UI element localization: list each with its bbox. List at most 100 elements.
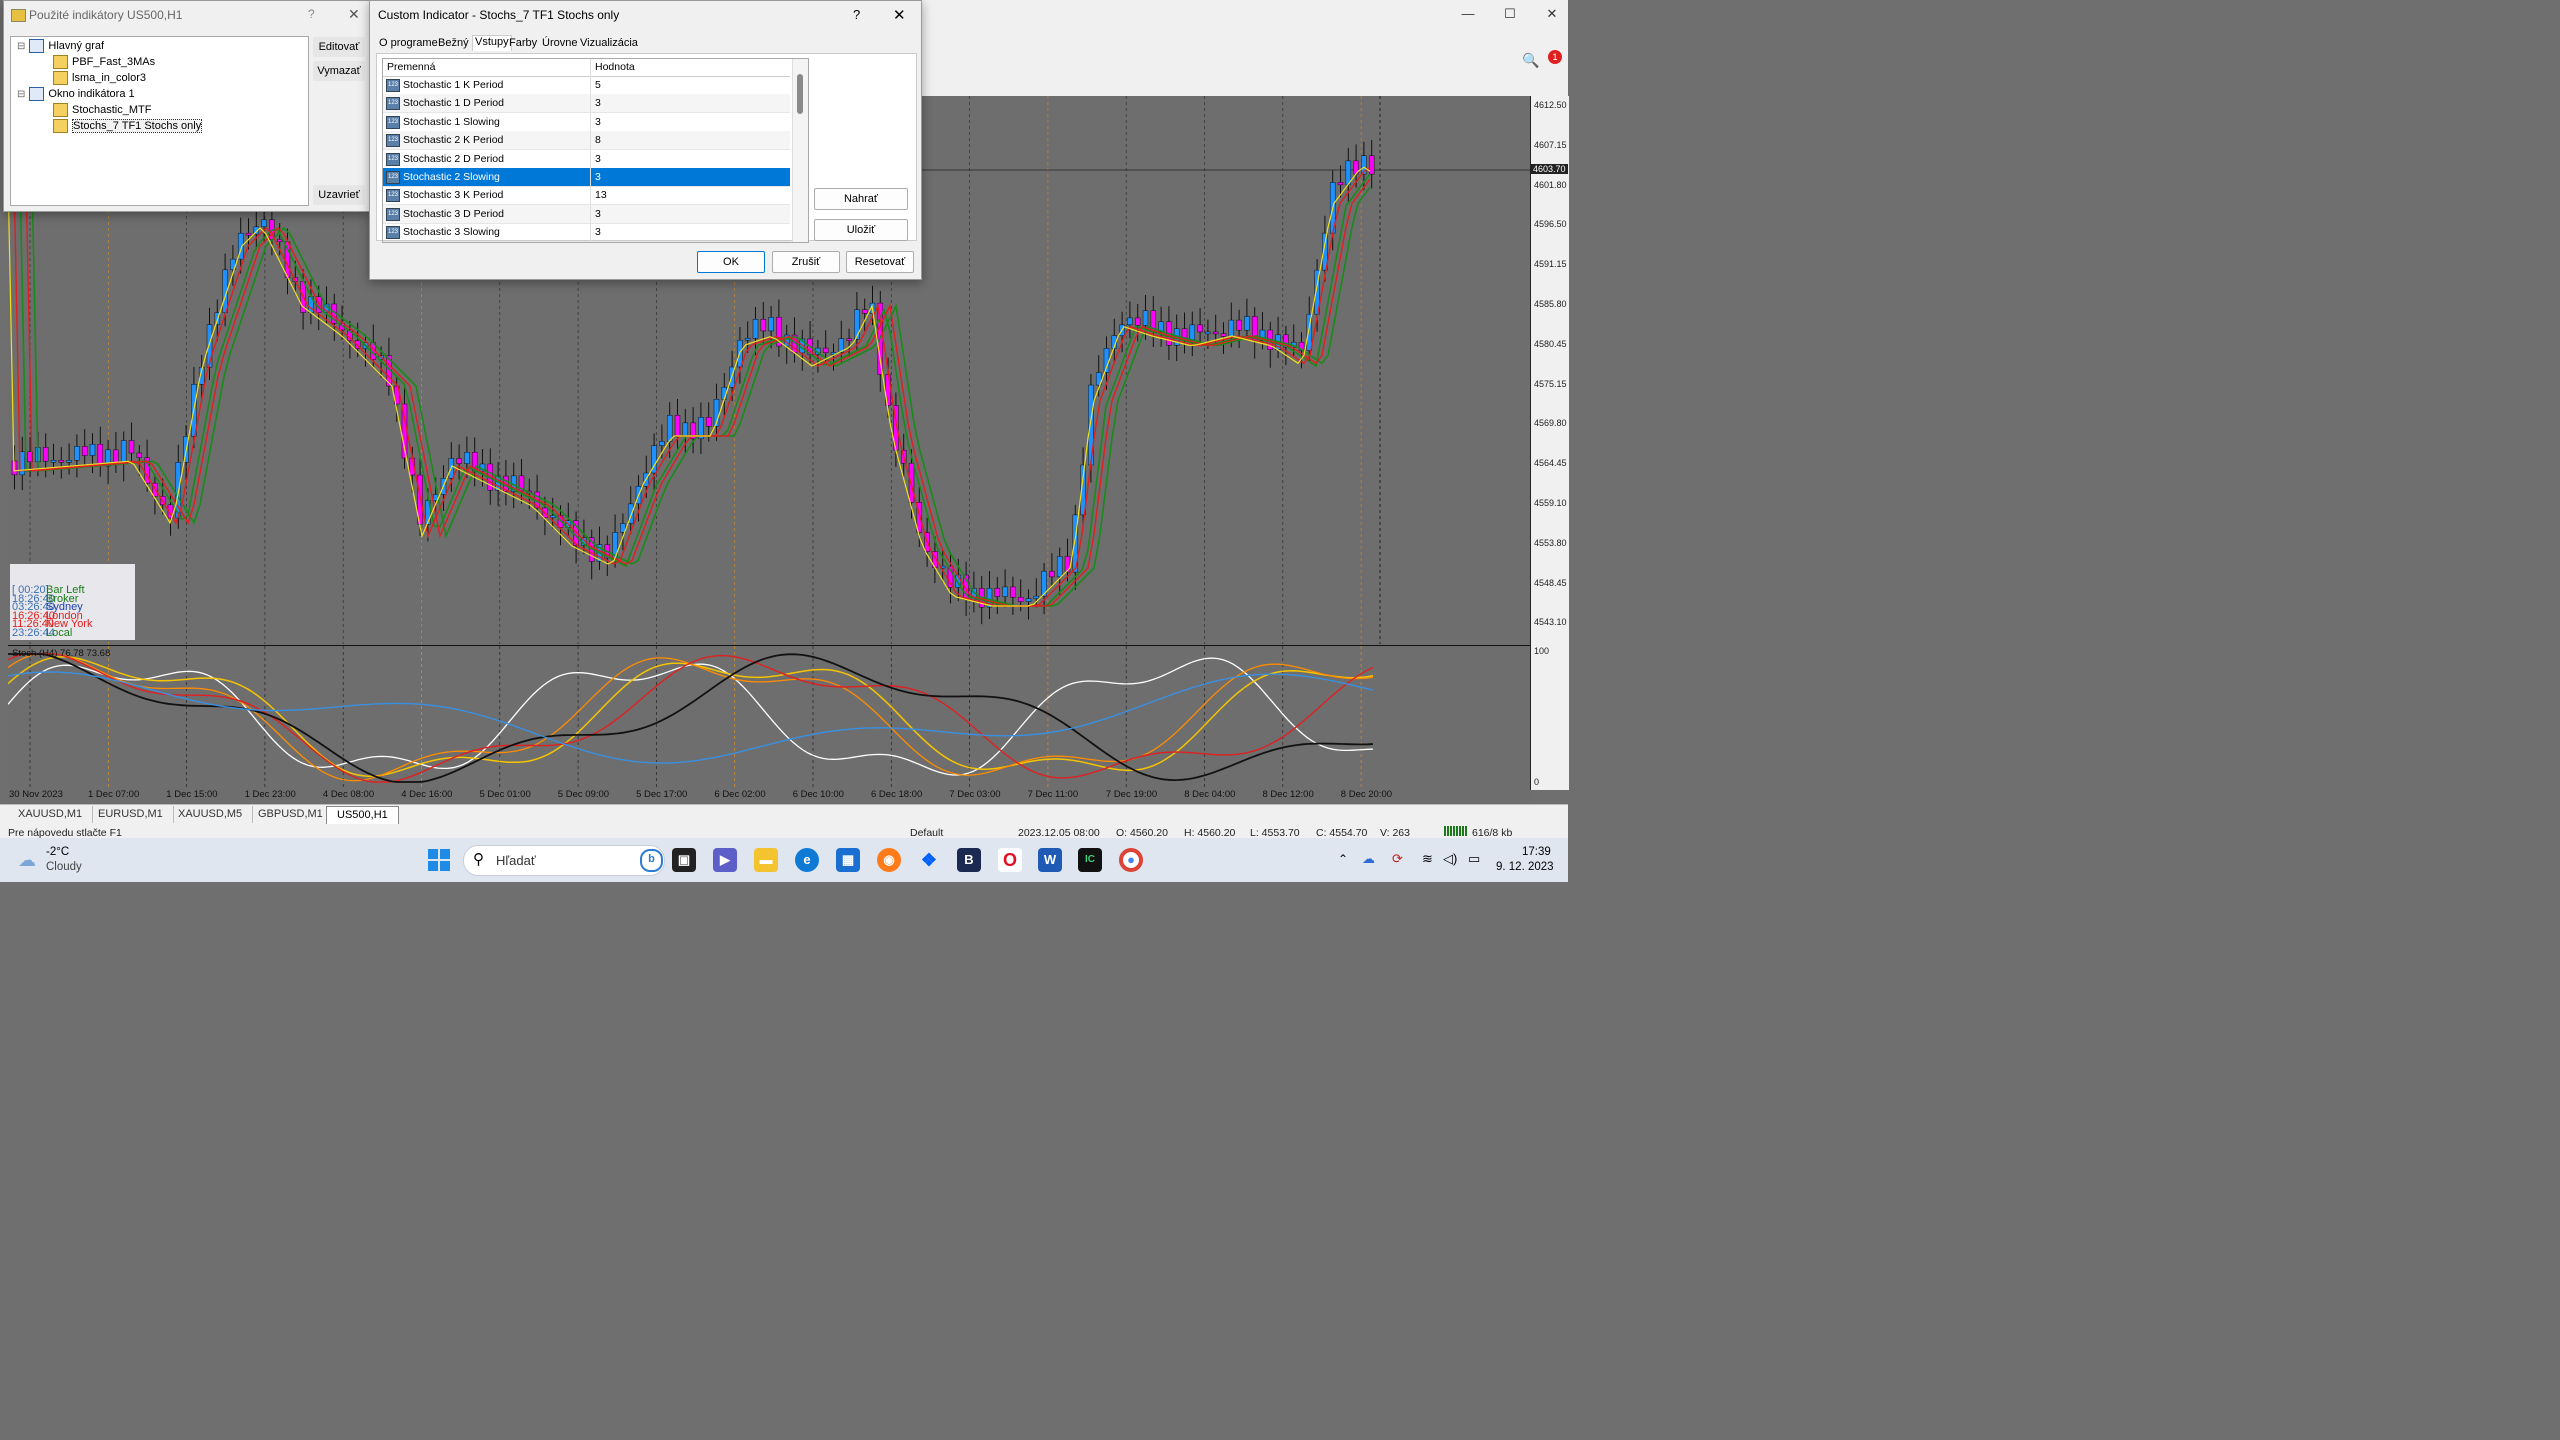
store-icon[interactable]: ▦ [836, 848, 860, 872]
booking-icon[interactable]: B [957, 848, 981, 872]
input-row[interactable]: 123 Stochastic 2 K Period 8 [383, 131, 793, 151]
chart-tab[interactable]: US500,H1 [326, 806, 399, 824]
tree-item[interactable]: lsma_in_color3 [53, 71, 146, 85]
candle-body [74, 446, 80, 461]
notification-badge[interactable]: 1 [1548, 50, 1562, 64]
collapse-icon[interactable]: ⊟ [17, 41, 25, 52]
candle-body [1244, 316, 1250, 331]
edit-button[interactable]: Editovať [313, 37, 365, 57]
metatrader-icon[interactable]: IC [1078, 848, 1102, 872]
param-value[interactable]: 3 [590, 168, 793, 186]
integer-param-icon: 123 [386, 97, 400, 111]
tree-item[interactable]: PBF_Fast_3MAs [53, 55, 155, 69]
close-icon[interactable]: ✕ [893, 6, 906, 24]
chart-tab[interactable]: XAUUSD,M5 [168, 806, 254, 823]
dialog-tab[interactable]: Vstupy [472, 35, 512, 51]
help-icon[interactable]: ? [308, 7, 315, 21]
param-value[interactable]: 3 [590, 149, 793, 168]
search-icon[interactable]: 🔍 [1522, 52, 1539, 69]
candle-body [861, 309, 868, 314]
candle-body [1197, 324, 1203, 333]
cancel-button[interactable]: Zrušiť [772, 251, 840, 273]
scrollbar-thumb[interactable] [797, 74, 803, 114]
indicators-dialog-title: Použité indikátory US500,H1 [29, 8, 183, 22]
param-value[interactable]: 3 [590, 94, 793, 113]
weather-cloud-icon[interactable]: ☁ [18, 850, 36, 871]
ok-button[interactable]: OK [697, 251, 765, 273]
firefox-icon[interactable]: ◉ [877, 848, 901, 872]
dialog-tab[interactable]: O programe [379, 37, 438, 49]
tree-item[interactable]: ⊟ Okno indikátora 1 [17, 87, 135, 101]
search-box[interactable]: ⚲ Hľadať b [463, 845, 665, 876]
weather-temp[interactable]: -2°C [46, 846, 69, 858]
battery-icon[interactable]: ▭ [1468, 851, 1480, 867]
tree-item[interactable]: ⊟ Hlavný graf [17, 39, 104, 53]
clock-time[interactable]: 17:39 [1522, 846, 1551, 858]
file-explorer-icon[interactable]: ▬ [754, 848, 778, 872]
param-value[interactable]: 3 [590, 112, 793, 131]
input-row[interactable]: 123 Stochastic 1 D Period 3 [383, 94, 793, 114]
wifi-icon[interactable]: ≋ [1422, 851, 1433, 867]
minimize-button[interactable]: — [1454, 6, 1482, 22]
clock-date[interactable]: 9. 12. 2023 [1496, 861, 1554, 873]
param-value[interactable]: 8 [590, 131, 793, 150]
candle-body [1127, 317, 1133, 326]
stochastic-subwindow[interactable]: Stoch (H4) 76.78 73.68 [8, 645, 1530, 791]
chart-tab[interactable]: XAUUSD,M1 [8, 806, 94, 823]
dialog-tab[interactable]: Úrovne [542, 37, 577, 49]
tray-chevron-icon[interactable]: ⌃ [1338, 852, 1348, 866]
integer-param-icon: 123 [386, 226, 400, 240]
word-icon[interactable]: W [1038, 848, 1062, 872]
input-row[interactable]: 123 Stochastic 3 K Period 13 [383, 186, 793, 206]
save-button[interactable]: Uložiť [814, 219, 908, 241]
candle-body [674, 415, 681, 437]
input-row[interactable]: 123 Stochastic 3 Slowing 3 [383, 223, 790, 242]
chart-tabs: XAUUSD,M1 EURUSD,M1 XAUUSD,M5 GBPUSD,M1 US50… [0, 804, 1568, 825]
input-row[interactable]: 123 Stochastic 1 Slowing 3 [383, 112, 793, 132]
time-tick-label: 4 Dec 08:00 [322, 789, 375, 800]
param-value[interactable]: 3 [590, 223, 793, 242]
input-row[interactable]: 123 Stochastic 1 K Period 5 [383, 76, 790, 95]
close-window-button[interactable]: ✕ [1538, 6, 1566, 22]
input-row[interactable]: 123 Stochastic 3 D Period 3 [383, 204, 793, 224]
delete-button[interactable]: Vymazať [313, 61, 365, 81]
task-view-icon[interactable]: ▣ [672, 848, 696, 872]
weather-condition[interactable]: Cloudy [46, 861, 82, 873]
chart-tab[interactable]: GBPUSD,M1 [248, 806, 334, 823]
volume-icon[interactable]: ◁) [1443, 851, 1457, 867]
reset-button[interactable]: Resetovať [846, 251, 914, 273]
dialog-tab[interactable]: Vizualizácia [580, 37, 638, 49]
chrome-icon[interactable]: ● [1119, 848, 1143, 872]
tree-item-label: Okno indikátora 1 [48, 87, 135, 100]
chart-window-icon [29, 39, 45, 53]
candle-body [456, 458, 462, 464]
param-value[interactable]: 3 [590, 204, 793, 223]
param-value[interactable]: 5 [590, 76, 793, 94]
collapse-icon[interactable]: ⊟ [17, 89, 25, 100]
close-button[interactable]: Uzavrieť [313, 185, 365, 205]
time-tick-label: 5 Dec 17:00 [636, 789, 688, 800]
chart-tab[interactable]: EURUSD,M1 [88, 806, 174, 823]
maximize-button[interactable]: ☐ [1496, 6, 1524, 22]
opera-icon[interactable]: O [998, 848, 1022, 872]
edge-icon[interactable]: e [795, 848, 819, 872]
start-icon[interactable] [428, 849, 450, 871]
help-icon[interactable]: ? [853, 7, 860, 22]
grid-scrollbar[interactable] [792, 59, 808, 242]
tree-item[interactable]: Stochastic_MTF [53, 103, 151, 117]
dialog-tab[interactable]: Bežný [438, 37, 469, 49]
time-axis: 30 Nov 2023 1 Dec 07:00 1 Dec 15:00 1 Dec 2… [8, 788, 1530, 804]
security-icon[interactable]: ⟳ [1392, 851, 1403, 867]
candle-body [822, 347, 829, 353]
load-button[interactable]: Nahrať [814, 188, 908, 210]
input-row[interactable]: 123 Stochastic 2 D Period 3 [383, 149, 793, 169]
close-icon[interactable]: ✕ [348, 6, 360, 23]
dialog-tab[interactable]: Farby [509, 37, 537, 49]
onedrive-icon[interactable]: ☁ [1362, 851, 1375, 867]
dropbox-icon[interactable]: ❖ [917, 848, 941, 872]
tree-item[interactable]: Stochs_7 TF1 Stochs only [53, 118, 203, 133]
param-value[interactable]: 13 [590, 186, 793, 205]
indicators-dialog: Použité indikátory US500,H1 ? ✕ ⊟ Hlavný … [3, 0, 371, 212]
input-row[interactable]: 123 Stochastic 2 Slowing 3 [383, 168, 790, 187]
teams-icon[interactable]: ▶ [713, 848, 737, 872]
